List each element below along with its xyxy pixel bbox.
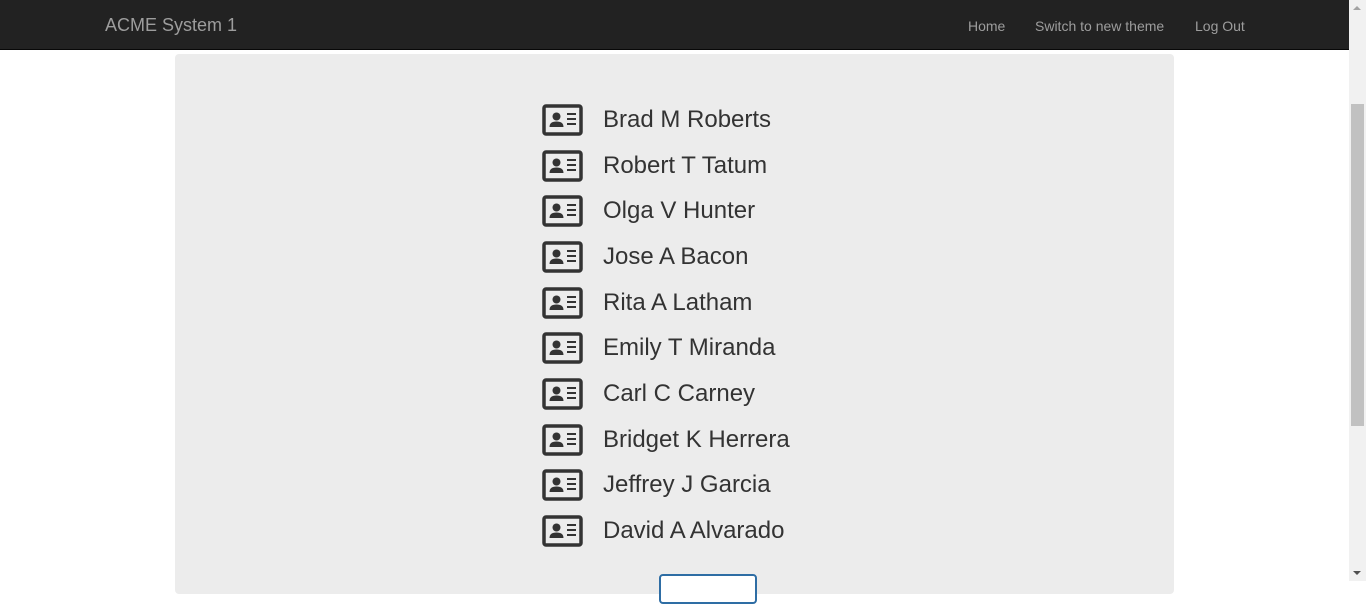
person-item[interactable]: Jeffrey J Garcia: [542, 463, 790, 509]
address-card-icon: [542, 423, 583, 456]
partially-visible-button[interactable]: [659, 574, 757, 604]
person-item[interactable]: Carl C Carney: [542, 371, 790, 417]
person-name: Jose A Bacon: [603, 242, 749, 270]
address-card-icon: [542, 241, 583, 273]
person-name: Olga V Hunter: [603, 197, 756, 225]
person-name: Robert T Tatum: [603, 151, 768, 179]
nav-switch-theme-link[interactable]: Switch to new theme: [1035, 17, 1164, 35]
person-name: David A Alvarado: [603, 517, 785, 545]
address-card-icon: [542, 378, 583, 410]
person-list: Brad M Roberts Robert T Tatum Olga V Hun…: [542, 97, 790, 554]
person-item[interactable]: Rita A Latham: [542, 280, 790, 326]
address-card-icon: [542, 195, 583, 227]
person-item[interactable]: Bridget K Herrera: [542, 417, 790, 463]
person-name: Rita A Latham: [603, 288, 753, 316]
nav-logout-link[interactable]: Log Out: [1195, 17, 1245, 35]
person-name: Brad M Roberts: [603, 105, 772, 133]
scroll-up-arrow-icon[interactable]: [1353, 6, 1361, 10]
person-name: Emily T Miranda: [603, 334, 776, 362]
address-card-icon: [542, 286, 583, 319]
address-card-icon: [542, 515, 583, 547]
top-navbar: ACME System 1 Home Switch to new theme L…: [0, 0, 1349, 50]
person-item[interactable]: Robert T Tatum: [542, 143, 790, 189]
person-item[interactable]: David A Alvarado: [542, 508, 790, 554]
scrollbar-thumb[interactable]: [1351, 104, 1364, 426]
person-name: Bridget K Herrera: [603, 425, 790, 453]
address-card-icon: [542, 149, 583, 182]
person-item[interactable]: Olga V Hunter: [542, 188, 790, 234]
address-card-icon: [542, 104, 583, 136]
person-name: Jeffrey J Garcia: [603, 471, 771, 499]
address-card-icon: [542, 469, 583, 502]
scroll-down-arrow-icon[interactable]: [1353, 571, 1361, 575]
brand-link[interactable]: ACME System 1: [105, 15, 237, 35]
person-item[interactable]: Emily T Miranda: [542, 325, 790, 371]
person-item[interactable]: Brad M Roberts: [542, 97, 790, 143]
vertical-scrollbar[interactable]: [1349, 0, 1366, 581]
person-item[interactable]: Jose A Bacon: [542, 234, 790, 280]
nav-home-link[interactable]: Home: [968, 17, 1005, 35]
person-name: Carl C Carney: [603, 379, 756, 407]
address-card-icon: [542, 332, 583, 365]
